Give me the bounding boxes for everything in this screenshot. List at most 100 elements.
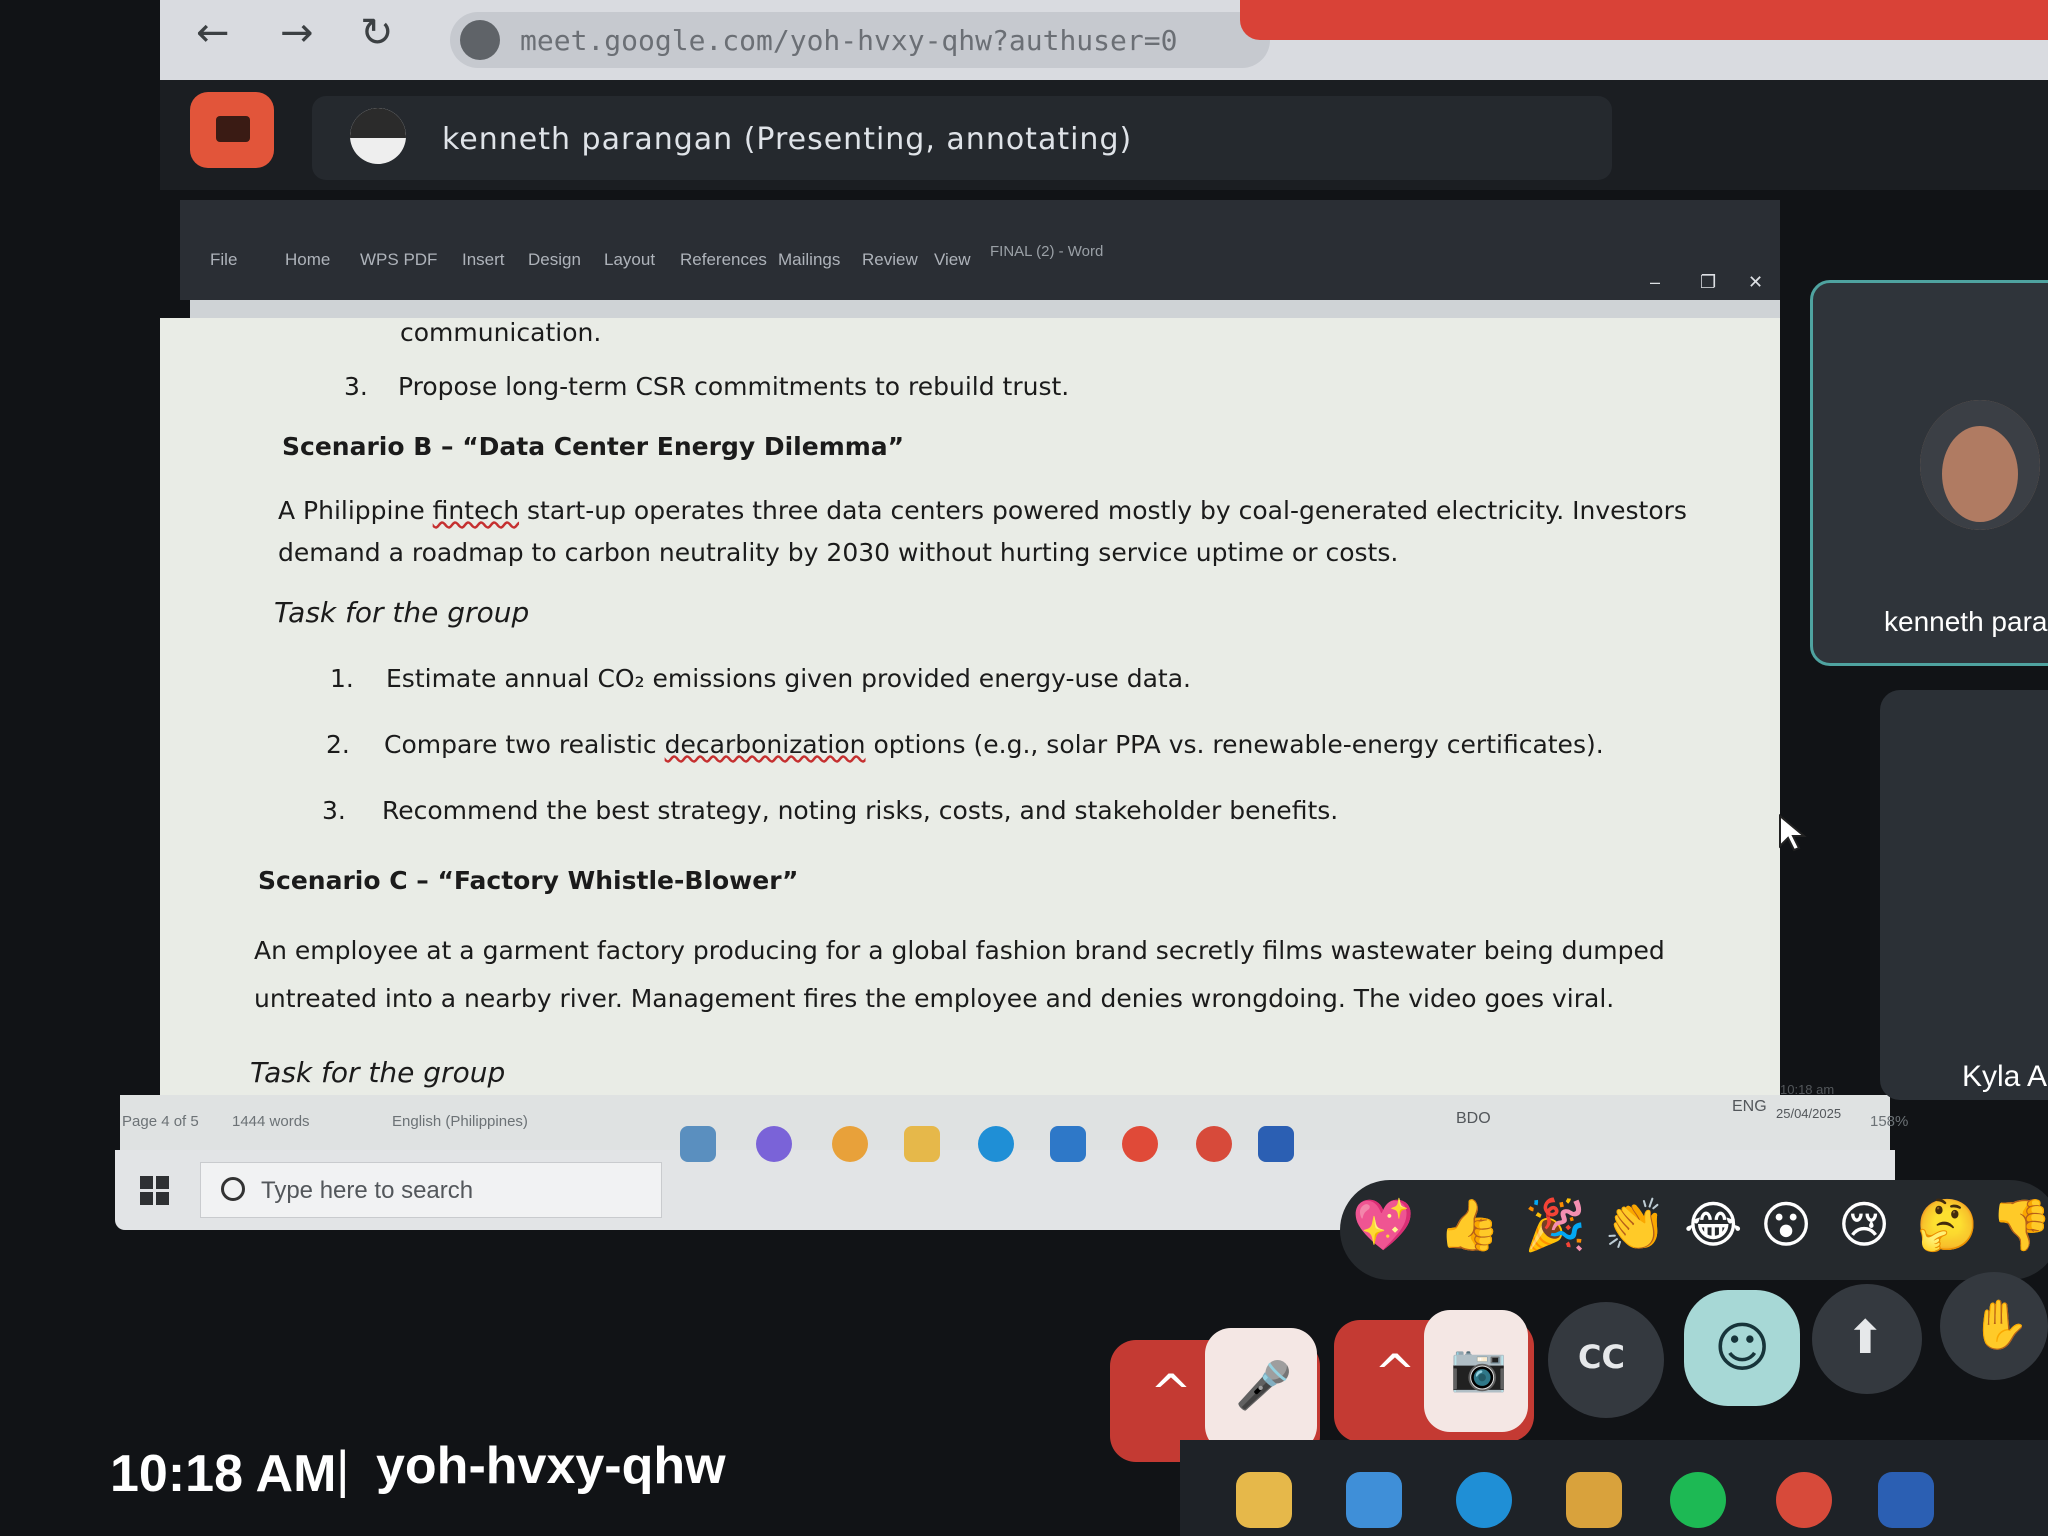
file-explorer-icon[interactable] — [904, 1126, 940, 1162]
chevron-up-icon: ^ — [1374, 1344, 1416, 1402]
zoom-level[interactable]: 158% — [1870, 1113, 1908, 1130]
meeting-code: yoh-hvxy-qhw — [376, 1437, 726, 1495]
tray-language[interactable]: ENG — [1732, 1098, 1767, 1116]
scenario-c-paragraph-line2: untreated into a nearby river. Managemen… — [254, 984, 1615, 1013]
meeting-separator: | — [336, 1441, 350, 1499]
participant-name: kenneth para — [1884, 606, 2048, 637]
reaction-party[interactable]: 🎉 — [1524, 1196, 1586, 1255]
store-icon[interactable] — [1050, 1126, 1086, 1162]
task-label: Task for the group — [250, 1056, 506, 1089]
scenario-c-heading: Scenario C – “Factory Whistle-Blower” — [258, 866, 799, 895]
tray-clock-time[interactable]: 10:18 am — [1780, 1082, 1834, 1097]
browser-tab-strip — [1240, 0, 2048, 40]
search-icon — [221, 1177, 245, 1201]
ribbon-tab-design[interactable]: Design — [528, 250, 581, 270]
list-item: Compare two realistic decarbonization op… — [384, 730, 1604, 759]
list-number: 3. — [344, 372, 368, 401]
windows-start-icon[interactable] — [140, 1176, 170, 1206]
reaction-laugh[interactable]: 😂 — [1684, 1196, 1742, 1254]
list-item: Propose long-term CSR commitments to reb… — [398, 372, 1070, 401]
hand-icon: ✋ — [1970, 1297, 2030, 1353]
reaction-clap[interactable]: 👏 — [1604, 1196, 1666, 1255]
list-number: 2. — [326, 730, 350, 759]
ribbon-tab-view[interactable]: View — [934, 250, 971, 270]
close-icon[interactable]: ✕ — [1748, 272, 1763, 293]
captions-button[interactable]: CC — [1548, 1302, 1664, 1418]
ribbon-tab-insert[interactable]: Insert — [462, 250, 505, 270]
chrome-profile-icon[interactable] — [1196, 1126, 1232, 1162]
reaction-thinking[interactable]: 🤔 — [1916, 1196, 1978, 1255]
chevron-up-icon: ^ — [1150, 1364, 1192, 1422]
meeting-time: 10:18 AM — [110, 1445, 337, 1503]
address-bar[interactable]: meet.google.com/yoh-hvxy-qhw?authuser=0 — [450, 12, 1270, 68]
reaction-heart[interactable]: 💖 — [1352, 1196, 1414, 1255]
scenario-b-heading: Scenario B – “Data Center Energy Dilemma… — [282, 432, 905, 461]
wps-icon[interactable] — [1122, 1126, 1158, 1162]
participant-tile[interactable] — [1880, 690, 2048, 1100]
spelling-flag: fintech — [432, 496, 520, 525]
reaction-sad[interactable]: 😢 — [1838, 1196, 1890, 1254]
mic-off-icon: 🎤 — [1235, 1358, 1293, 1412]
chrome-icon[interactable] — [832, 1126, 868, 1162]
presenter-avatar — [350, 108, 406, 164]
list-number: 1. — [330, 664, 354, 693]
reaction-thumbs-down[interactable]: 👎 — [1990, 1196, 2048, 1255]
store-icon[interactable] — [1566, 1472, 1622, 1528]
address-url[interactable]: meet.google.com/yoh-hvxy-qhw?authuser=0 — [520, 24, 1177, 57]
doc-line: communication. — [400, 318, 602, 347]
chrome-icon[interactable] — [1776, 1472, 1832, 1528]
camera-toggle-button[interactable]: 📷 — [1424, 1310, 1528, 1432]
edge-icon[interactable] — [1456, 1472, 1512, 1528]
participant-avatar — [1920, 400, 2040, 530]
present-icon: ⬆ — [1846, 1310, 1885, 1364]
mic-toggle-button[interactable]: 🎤 — [1205, 1328, 1317, 1452]
ribbon-tab-home[interactable]: Home — [285, 250, 330, 270]
scenario-c-paragraph: An employee at a garment factory produci… — [254, 936, 1665, 965]
minimize-icon[interactable]: – — [1650, 272, 1660, 293]
taskbar-search[interactable]: Type here to search — [200, 1162, 662, 1218]
ribbon-tab-review[interactable]: Review — [862, 250, 918, 270]
camera-off-icon: 📷 — [1450, 1340, 1508, 1394]
captions-icon: CC — [1578, 1338, 1625, 1376]
ribbon-tab-references[interactable]: References — [680, 250, 767, 270]
ribbon-tab-layout[interactable]: Layout — [604, 250, 655, 270]
word-icon[interactable] — [1878, 1472, 1934, 1528]
edge-icon[interactable] — [978, 1126, 1014, 1162]
reload-icon[interactable]: ↻ — [360, 10, 394, 56]
forward-icon[interactable]: → — [280, 10, 314, 56]
restore-icon[interactable]: ❐ — [1700, 272, 1716, 293]
spelling-flag: decarbonization — [664, 730, 866, 759]
list-item: Recommend the best strategy, noting risk… — [382, 796, 1339, 825]
task-label: Task for the group — [274, 596, 530, 629]
word-icon[interactable] — [1258, 1126, 1294, 1162]
ribbon-tab-wps-pdf[interactable]: WPS PDF — [360, 250, 437, 270]
participant-name: Kyla A — [1962, 1060, 2048, 1093]
scenario-b-paragraph-line2: demand a roadmap to carbon neutrality by… — [278, 538, 1399, 567]
back-icon[interactable]: ← — [196, 10, 230, 56]
word-window-title: FINAL (2) - Word — [990, 243, 1104, 260]
list-item: Estimate annual CO₂ emissions given prov… — [386, 664, 1191, 693]
list-number: 3. — [322, 796, 346, 825]
tray-bdo[interactable]: BDO — [1456, 1110, 1491, 1128]
copilot-icon[interactable] — [756, 1126, 792, 1162]
tray-clock-date[interactable]: 25/04/2025 — [1776, 1106, 1841, 1121]
ribbon-tab-file[interactable]: File — [210, 250, 237, 270]
spotify-icon[interactable] — [1670, 1472, 1726, 1528]
ribbon-tab-mailings[interactable]: Mailings — [778, 250, 840, 270]
scenario-b-paragraph: A Philippine fintech start-up operates t… — [278, 496, 1687, 525]
present-now-button[interactable]: ⬆ — [1812, 1284, 1922, 1394]
mail-icon[interactable] — [1346, 1472, 1402, 1528]
reaction-thumbs-up[interactable]: 👍 — [1438, 1196, 1500, 1255]
raise-hand-button[interactable]: ✋ — [1940, 1272, 2048, 1380]
file-explorer-icon[interactable] — [1236, 1472, 1292, 1528]
emoji-icon: ☺ — [1714, 1316, 1771, 1379]
reaction-surprised[interactable]: 😮 — [1760, 1196, 1812, 1254]
search-placeholder: Type here to search — [261, 1177, 474, 1204]
presentation-icon[interactable] — [190, 92, 274, 168]
site-info-icon[interactable] — [460, 20, 500, 60]
page-count: Page 4 of 5 — [122, 1113, 199, 1130]
language-status: English (Philippines) — [392, 1113, 528, 1130]
reactions-button[interactable]: ☺ — [1684, 1290, 1800, 1406]
task-view-icon[interactable] — [680, 1126, 716, 1162]
cursor-icon — [1779, 814, 1807, 852]
